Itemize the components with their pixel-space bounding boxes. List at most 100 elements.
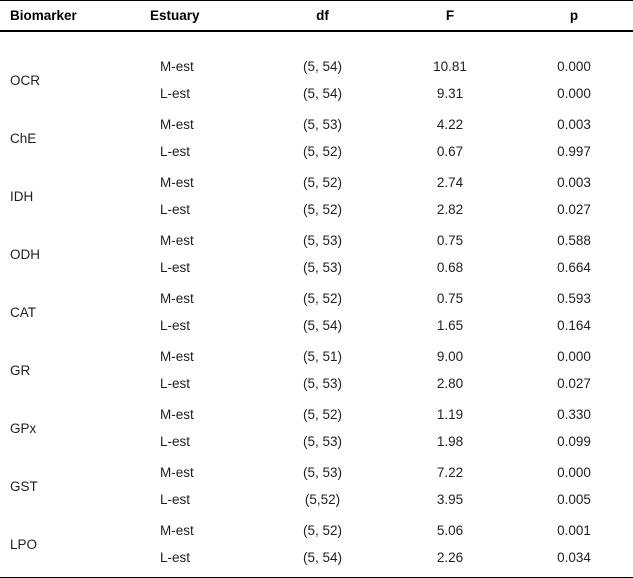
cell-p: 0.099 — [557, 434, 591, 449]
cell-p: 0.000 — [557, 59, 591, 74]
cell-p: 0.330 — [557, 407, 591, 422]
cell-df: (5, 52) — [302, 291, 343, 306]
cell-biomarker: OCR — [10, 72, 40, 88]
cell-estuary: M-est — [160, 291, 194, 306]
cell-p: 0.164 — [557, 318, 591, 333]
spacer-cell — [0, 571, 633, 578]
cell-f: 2.74 — [436, 175, 464, 190]
table-row: OCR M-est (5, 54) 10.81 0.000 — [0, 49, 633, 88]
table-row: LPO M-est (5, 52) 5.06 0.001 — [0, 513, 633, 552]
column-header-df: df — [260, 0, 385, 32]
cell-df: (5, 53) — [302, 260, 343, 275]
cell-df: (5, 51) — [302, 349, 343, 364]
cell-p: 0.003 — [557, 117, 591, 132]
cell-f: 1.98 — [436, 434, 464, 449]
cell-p: 0.000 — [557, 86, 591, 101]
cell-p: 0.001 — [557, 523, 591, 538]
cell-estuary: M-est — [160, 523, 194, 538]
footer-gap-spacer — [0, 571, 633, 578]
cell-df: (5, 54) — [302, 86, 343, 101]
header-gap-spacer — [0, 31, 633, 49]
cell-p: 0.005 — [557, 492, 591, 507]
header-row: Biomarker Estuary df F p — [0, 0, 633, 32]
cell-f: 2.82 — [436, 202, 464, 217]
column-header-biomarker: Biomarker — [0, 0, 140, 32]
column-header-p: p — [515, 0, 633, 32]
table-row: GR M-est (5, 51) 9.00 0.000 — [0, 339, 633, 378]
cell-estuary: M-est — [160, 175, 194, 190]
cell-estuary: M-est — [160, 59, 194, 74]
cell-df: (5, 54) — [302, 59, 343, 74]
stats-table-container: Biomarker Estuary df F p OCR M-est (5, 54)… — [0, 0, 633, 578]
cell-df: (5, 52) — [302, 144, 343, 159]
cell-estuary: L-est — [160, 318, 191, 333]
cell-df: (5, 54) — [302, 318, 343, 333]
cell-f: 5.06 — [436, 523, 464, 538]
cell-f: 10.81 — [433, 59, 467, 74]
table-header: Biomarker Estuary df F p — [0, 0, 633, 32]
cell-estuary: L-est — [160, 144, 191, 159]
cell-p: 0.664 — [557, 260, 591, 275]
cell-df: (5, 54) — [302, 550, 343, 565]
cell-estuary: L-est — [160, 86, 191, 101]
cell-estuary: L-est — [160, 376, 191, 391]
cell-f: 0.67 — [436, 144, 464, 159]
table-row: GPx M-est (5, 52) 1.19 0.330 — [0, 397, 633, 436]
cell-f: 9.31 — [436, 86, 464, 101]
cell-biomarker: LPO — [10, 536, 38, 552]
table-row: ODH M-est (5, 53) 0.75 0.588 — [0, 223, 633, 262]
cell-estuary: M-est — [160, 465, 194, 480]
cell-p: 0.027 — [557, 376, 591, 391]
cell-estuary: M-est — [160, 407, 194, 422]
cell-f: 3.95 — [436, 492, 464, 507]
cell-p: 0.588 — [557, 233, 591, 248]
cell-biomarker: ChE — [10, 130, 37, 146]
cell-biomarker: GR — [10, 362, 31, 378]
cell-f: 0.68 — [436, 260, 464, 275]
cell-f: 0.75 — [436, 291, 464, 306]
cell-p: 0.027 — [557, 202, 591, 217]
table-body: OCR M-est (5, 54) 10.81 0.000 L-est (5, 54) 9.3… — [0, 31, 633, 578]
cell-df: (5, 53) — [302, 376, 343, 391]
cell-estuary: L-est — [160, 492, 191, 507]
cell-df: (5, 53) — [302, 117, 343, 132]
cell-biomarker: GPx — [10, 420, 37, 436]
cell-f: 2.26 — [436, 550, 464, 565]
cell-biomarker: CAT — [10, 304, 36, 320]
cell-p: 0.003 — [557, 175, 591, 190]
column-header-estuary: Estuary — [140, 0, 260, 32]
cell-biomarker: ODH — [10, 246, 40, 262]
cell-estuary: L-est — [160, 550, 191, 565]
cell-f: 2.80 — [436, 376, 464, 391]
cell-estuary: L-est — [160, 434, 191, 449]
cell-f: 9.00 — [436, 349, 464, 364]
column-header-f: F — [385, 0, 515, 32]
cell-estuary: M-est — [160, 117, 194, 132]
cell-f: 7.22 — [436, 465, 464, 480]
cell-p: 0.593 — [557, 291, 591, 306]
table-row: ChE M-est (5, 53) 4.22 0.003 — [0, 107, 633, 146]
table-row: IDH M-est (5, 52) 2.74 0.003 — [0, 165, 633, 204]
cell-estuary: M-est — [160, 233, 194, 248]
cell-estuary: L-est — [160, 202, 191, 217]
cell-df: (5, 53) — [302, 434, 343, 449]
cell-biomarker: GST — [10, 478, 38, 494]
cell-df: (5,52) — [304, 492, 341, 507]
biomarker-anova-table: Biomarker Estuary df F p OCR M-est (5, 54)… — [0, 0, 633, 578]
cell-p: 0.997 — [557, 144, 591, 159]
cell-df: (5, 53) — [302, 465, 343, 480]
cell-f: 1.65 — [436, 318, 464, 333]
table-row: GST M-est (5, 53) 7.22 0.000 — [0, 455, 633, 494]
cell-p: 0.000 — [557, 465, 591, 480]
cell-p: 0.034 — [557, 550, 591, 565]
cell-estuary: L-est — [160, 260, 191, 275]
cell-estuary: M-est — [160, 349, 194, 364]
cell-p: 0.000 — [557, 349, 591, 364]
cell-df: (5, 52) — [302, 175, 343, 190]
cell-f: 0.75 — [436, 233, 464, 248]
cell-f: 4.22 — [436, 117, 464, 132]
spacer-cell — [0, 31, 633, 49]
cell-f: 1.19 — [436, 407, 464, 422]
cell-biomarker: IDH — [10, 188, 34, 204]
cell-df: (5, 53) — [302, 233, 343, 248]
